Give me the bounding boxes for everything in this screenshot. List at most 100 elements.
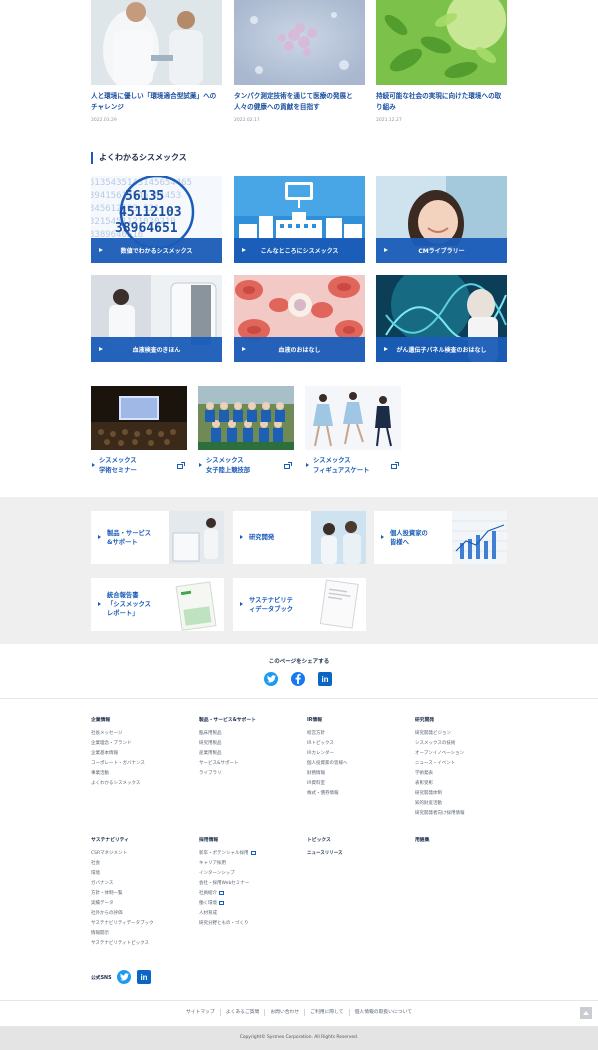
- footer-link[interactable]: 研究分野ともの・づくり: [199, 919, 299, 929]
- bottom-link[interactable]: お問い合わせ: [264, 1009, 304, 1016]
- footer-link[interactable]: IRカレンダー: [307, 749, 407, 759]
- footer-link[interactable]: 人材育成: [199, 909, 299, 919]
- footer-link[interactable]: サステナビリティデータブック: [91, 919, 191, 929]
- news-title[interactable]: 持続可能な社会の実現に向けた環境への取り組み: [376, 91, 507, 112]
- footer-heading[interactable]: 研究開発: [415, 716, 515, 723]
- tile-places[interactable]: こんなところにシスメックス: [234, 176, 365, 263]
- bottom-link[interactable]: サイトマップ: [181, 1009, 220, 1016]
- news-thumbnail-protein[interactable]: [234, 0, 365, 85]
- link-card-text[interactable]: 統合報告書 「シスメックス レポート」: [91, 578, 169, 631]
- footer-link[interactable]: コーポレート・ガバナンス: [91, 759, 191, 769]
- event-label[interactable]: シスメックス フィギュアスケート: [305, 456, 401, 476]
- event-card-skating[interactable]: シスメックス フィギュアスケート: [305, 386, 401, 476]
- link-card-text[interactable]: 製品・サービス &サポート: [91, 511, 169, 564]
- footer-link[interactable]: 研究開発者向け採用情報: [415, 809, 515, 819]
- footer-link[interactable]: 表彰受彰: [415, 779, 515, 789]
- news-card[interactable]: 人と環境に優しい「環境適合型試薬」へのチャレンジ 2022.03.29: [91, 0, 222, 123]
- footer-link[interactable]: CSRマネジメント: [91, 849, 191, 859]
- track-team-photo[interactable]: [198, 386, 294, 450]
- news-thumbnail-leaves[interactable]: [376, 0, 507, 85]
- news-thumbnail-lab[interactable]: [91, 0, 222, 85]
- footer-heading[interactable]: IR情報: [307, 716, 407, 723]
- footer-link[interactable]: 情報開示: [91, 929, 191, 939]
- footer-link[interactable]: 学術発表: [415, 769, 515, 779]
- bottom-link[interactable]: 個人情報の取扱いについて: [348, 1009, 417, 1016]
- footer-link[interactable]: 研究開発体制: [415, 789, 515, 799]
- tile-bar[interactable]: 血液のおはなし: [234, 337, 365, 362]
- footer-heading[interactable]: サステナビリティ: [91, 836, 191, 843]
- link-card-text[interactable]: サステナビリテ ィデータブック: [233, 578, 311, 631]
- tile-bar[interactable]: 血液検査のきほん: [91, 337, 222, 362]
- footer-link[interactable]: 株式・債券情報: [307, 789, 407, 799]
- footer-link[interactable]: 社会: [91, 859, 191, 869]
- footer-link[interactable]: 企業理念・ブランド: [91, 739, 191, 749]
- footer-link[interactable]: 働く環境: [199, 899, 299, 909]
- footer-link[interactable]: シスメックスの技術: [415, 739, 515, 749]
- twitter-icon[interactable]: [117, 970, 131, 984]
- footer-link[interactable]: IRトピックス: [307, 739, 407, 749]
- bottom-link[interactable]: よくあるご質問: [219, 1009, 265, 1016]
- skaters-photo[interactable]: [305, 386, 401, 450]
- link-card-products[interactable]: 製品・サービス &サポート: [91, 511, 224, 564]
- tile-numbers[interactable]: 5135435143145654465 39415613545 61453 34…: [91, 176, 222, 263]
- footer-link[interactable]: 会社・採用Webセミナー: [199, 879, 299, 889]
- tile-blood-story[interactable]: 血液のおはなし: [234, 275, 365, 362]
- facebook-icon[interactable]: [291, 672, 305, 686]
- footer-link[interactable]: ニュースリリース: [307, 849, 407, 859]
- footer-link[interactable]: インターンシップ: [199, 869, 299, 879]
- footer-link[interactable]: サステナビリティトピックス: [91, 939, 191, 949]
- news-title[interactable]: 人と環境に優しい「環境適合型試薬」へのチャレンジ: [91, 91, 222, 112]
- footer-link[interactable]: 知的財産活動: [415, 799, 515, 809]
- footer-link[interactable]: 個人投資家の皆様へ: [307, 759, 407, 769]
- footer-link[interactable]: 環境: [91, 869, 191, 879]
- seminar-photo[interactable]: [91, 386, 187, 450]
- news-card[interactable]: 持続可能な社会の実現に向けた環境への取り組み 2021.12.27: [376, 0, 507, 123]
- twitter-icon[interactable]: [264, 672, 278, 686]
- footer-link[interactable]: 社員紹介: [199, 889, 299, 899]
- tile-blood-test-basics[interactable]: 血液検査のきほん: [91, 275, 222, 362]
- footer-heading[interactable]: 製品・サービス&サポート: [199, 716, 299, 723]
- footer-link[interactable]: 社長メッセージ: [91, 729, 191, 739]
- link-card-rnd[interactable]: 研究開発: [233, 511, 366, 564]
- event-card-track[interactable]: シスメックス 女子陸上競技部: [198, 386, 294, 476]
- footer-link[interactable]: キャリア採用: [199, 859, 299, 869]
- footer-link[interactable]: 研究開発ビジョン: [415, 729, 515, 739]
- footer-link[interactable]: 経営方針: [307, 729, 407, 739]
- link-card-text[interactable]: 研究開発: [233, 511, 311, 564]
- footer-link[interactable]: オープンイノベーション: [415, 749, 515, 759]
- footer-link[interactable]: 実績データ: [91, 899, 191, 909]
- footer-link[interactable]: 産業用製品: [199, 749, 299, 759]
- linkedin-icon[interactable]: in: [137, 970, 151, 984]
- back-to-top-button[interactable]: [580, 1007, 592, 1019]
- tile-cm-library[interactable]: CMライブラリー: [376, 176, 507, 263]
- event-card-seminar[interactable]: シスメックス 学術セミナー: [91, 386, 187, 476]
- tile-cancer-panel[interactable]: がん遺伝子パネル検査のおはなし: [376, 275, 507, 362]
- news-card[interactable]: タンパク測定技術を通じて医療の発展と人々の健康への貢献を目指す 2022.02.…: [234, 0, 365, 123]
- event-label[interactable]: シスメックス 学術セミナー: [91, 456, 187, 476]
- footer-link[interactable]: 事業活動: [91, 769, 191, 779]
- footer-heading[interactable]: 採用情報: [199, 836, 299, 843]
- footer-heading[interactable]: 用語集: [415, 836, 515, 843]
- footer-link[interactable]: 研究用製品: [199, 739, 299, 749]
- link-card-report[interactable]: 統合報告書 「シスメックス レポート」: [91, 578, 224, 631]
- footer-link[interactable]: サービス&サポート: [199, 759, 299, 769]
- event-label[interactable]: シスメックス 女子陸上競技部: [198, 456, 294, 476]
- footer-link[interactable]: 企業基本情報: [91, 749, 191, 759]
- tile-bar[interactable]: CMライブラリー: [376, 238, 507, 263]
- footer-link[interactable]: 臨床用製品: [199, 729, 299, 739]
- news-title[interactable]: タンパク測定技術を通じて医療の発展と人々の健康への貢献を目指す: [234, 91, 365, 112]
- tile-bar[interactable]: 数値でわかるシスメックス: [91, 238, 222, 263]
- tile-bar[interactable]: こんなところにシスメックス: [234, 238, 365, 263]
- footer-link[interactable]: よくわかるシスメックス: [91, 779, 191, 789]
- footer-link[interactable]: 財務情報: [307, 769, 407, 779]
- bottom-link[interactable]: ご利用に際して: [304, 1009, 348, 1016]
- footer-link[interactable]: IR資料室: [307, 779, 407, 789]
- footer-link[interactable]: ガバナンス: [91, 879, 191, 889]
- tile-bar[interactable]: がん遺伝子パネル検査のおはなし: [376, 337, 507, 362]
- footer-link[interactable]: 方針・体制一覧: [91, 889, 191, 899]
- footer-link[interactable]: ニュース・イベント: [415, 759, 515, 769]
- footer-heading[interactable]: トピックス: [307, 836, 407, 843]
- footer-link[interactable]: ライブラリ: [199, 769, 299, 779]
- link-card-investors[interactable]: 個人投資家の 皆様へ: [374, 511, 507, 564]
- footer-link[interactable]: 新卒・ポテンシャル採用: [199, 849, 299, 859]
